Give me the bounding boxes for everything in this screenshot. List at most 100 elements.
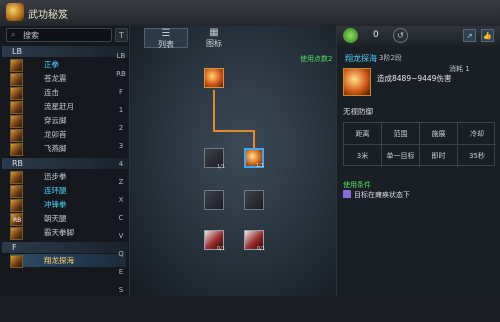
skill-list-item[interactable]: 流星赶月	[10, 100, 126, 114]
skill-icon	[10, 129, 23, 142]
skill-node-selected[interactable]: 1/1	[244, 148, 264, 169]
skill-name: 正拳	[44, 60, 59, 69]
hotkey-label: S	[118, 286, 124, 294]
skill-icon	[10, 87, 23, 100]
share-button[interactable]: ↗	[463, 29, 476, 42]
skill-icon	[10, 115, 23, 128]
skill-list-item[interactable]: 连环腿	[10, 184, 126, 198]
hotkey-label: Q	[118, 250, 124, 258]
skill-node[interactable]: 1/1	[204, 148, 225, 170]
node-level: 0/1	[256, 246, 265, 252]
hotkey-label: C	[118, 214, 124, 222]
stats-value: 3米	[344, 145, 382, 167]
skill-consume: 消耗 1	[449, 65, 470, 73]
hotkey-label: 4	[118, 160, 124, 168]
skill-icon	[10, 227, 23, 240]
condition-title: 使用条件	[343, 181, 371, 189]
skill-node[interactable]	[204, 190, 224, 210]
skill-detail-panel: 0 ↺ ↗ 👍 翔龙探海 3阶2段 消耗 1 造成8489~9449伤害 无视防…	[336, 26, 500, 296]
tab-list[interactable]: ☰ 列表	[144, 28, 188, 49]
skill-list-item[interactable]: 翔龙探海	[10, 254, 126, 268]
skill-name: 流星赶月	[44, 102, 74, 111]
skill-list-item[interactable]: 穿云脚	[10, 114, 126, 128]
skill-icon	[343, 68, 371, 96]
condition-label: 目标在瘫痪状态下	[354, 191, 410, 199]
reset-button[interactable]: ↺	[393, 28, 408, 43]
filter-button[interactable]: T	[115, 28, 128, 42]
node-level: 1/1	[255, 163, 264, 169]
stats-header: 范围	[382, 123, 420, 145]
skill-list-item[interactable]: 迅步拳	[10, 170, 126, 184]
skill-name: 翔龙探海	[345, 54, 377, 63]
tab-icon[interactable]: ▦ 图标	[192, 27, 236, 49]
skill-list-item[interactable]: 正拳	[10, 58, 126, 72]
hotkey-label: F	[118, 88, 124, 96]
skill-name: 飞燕脚	[44, 144, 67, 153]
skill-node-locked[interactable]: 0/1	[244, 230, 265, 252]
skill-list-item[interactable]: 飞燕脚	[10, 142, 126, 156]
tree-connector	[213, 130, 255, 132]
hotkey-label: V	[118, 232, 124, 240]
skill-name: 冲锋拳	[44, 200, 67, 209]
stats-value: 35秒	[469, 152, 485, 160]
hotkey-label: X	[118, 196, 124, 204]
stats-header: 冷却	[458, 123, 496, 145]
points-value: 0	[373, 30, 379, 40]
group-header[interactable]: LB	[2, 46, 128, 57]
stats-value: 单一目标	[382, 145, 420, 167]
search-input[interactable]: ⌕ 搜索	[6, 28, 112, 42]
skill-list-item[interactable]: RB 朝天腿	[10, 212, 126, 226]
tab-icon-label: 图标	[206, 39, 222, 48]
skill-icon	[10, 101, 23, 114]
skill-name: 连环腿	[44, 186, 67, 195]
detail-header: 0 ↺ ↗ 👍	[337, 26, 500, 46]
hotkey-label: 3	[118, 142, 124, 150]
tree-connector	[253, 130, 255, 148]
skill-list-panel: ⌕ 搜索 T LB 正拳 苍龙震 连击 流星赶月 穿云脚 龙卯首 飞燕脚 RB 迅步拳 连环腿 冲锋拳…	[0, 26, 130, 296]
skill-name: 苍龙震	[44, 74, 67, 83]
skill-tree-panel: ☰ 列表 ▦ 图标 使用点数2 1/1 1/1 0/1 0/1	[130, 26, 336, 296]
skill-property: 无视防御	[343, 107, 373, 116]
skill-icon	[10, 255, 23, 268]
points-orb-icon	[343, 28, 358, 43]
stats-header: 施展	[420, 123, 458, 145]
tree-connector	[213, 90, 215, 131]
like-button[interactable]: 👍	[481, 29, 494, 42]
skill-list-item[interactable]: 龙卯首	[10, 128, 126, 142]
skill-icon	[10, 143, 23, 156]
skill-name: 穿云脚	[44, 116, 67, 125]
skill-list-item[interactable]: 霸天拳脚	[10, 226, 126, 240]
skill-icon	[10, 171, 23, 184]
skill-damage: 造成8489~9449伤害	[377, 74, 452, 83]
skill-list-item[interactable]: 连击	[10, 86, 126, 100]
skill-name: 连击	[44, 88, 59, 97]
stats-value: 即时	[420, 145, 458, 167]
skill-name: 翔龙探海	[44, 256, 74, 265]
skill-icon	[10, 185, 23, 198]
stats-header: 距离	[344, 123, 382, 145]
skill-node[interactable]	[244, 190, 264, 210]
skill-stats-table: 距离 范围 施展 冷却 3米 单一目标 即时 35秒	[343, 122, 496, 167]
group-header[interactable]: F	[2, 242, 128, 253]
grid-icon: ▦	[209, 27, 219, 38]
hotkey-label: LB	[116, 52, 126, 60]
skill-node-root[interactable]	[204, 68, 224, 88]
skill-list-item[interactable]: 冲锋拳	[10, 198, 126, 212]
skill-icon: RB	[10, 213, 23, 226]
search-placeholder: 搜索	[23, 31, 39, 40]
skill-name: 霸天拳脚	[44, 228, 74, 237]
skill-name: 龙卯首	[44, 130, 67, 139]
node-level: 0/1	[216, 246, 225, 252]
window-title: 武功秘笈	[28, 10, 68, 21]
skill-icon	[10, 73, 23, 86]
hotkey-label: 1	[118, 106, 124, 114]
condition-icon	[343, 190, 351, 198]
hotkey-label: Z	[118, 178, 124, 186]
search-icon: ⌕	[11, 30, 16, 39]
skill-list-item[interactable]: 苍龙震	[10, 72, 126, 86]
group-header[interactable]: RB	[2, 158, 128, 169]
skill-node-locked[interactable]: 0/1	[204, 230, 225, 252]
skill-icon	[10, 199, 23, 212]
hotkey-column: LB RB F 1 2 3 4 Z X C V Q E S	[112, 52, 130, 322]
condition-text: 目标在瘫痪状态下	[343, 190, 410, 200]
